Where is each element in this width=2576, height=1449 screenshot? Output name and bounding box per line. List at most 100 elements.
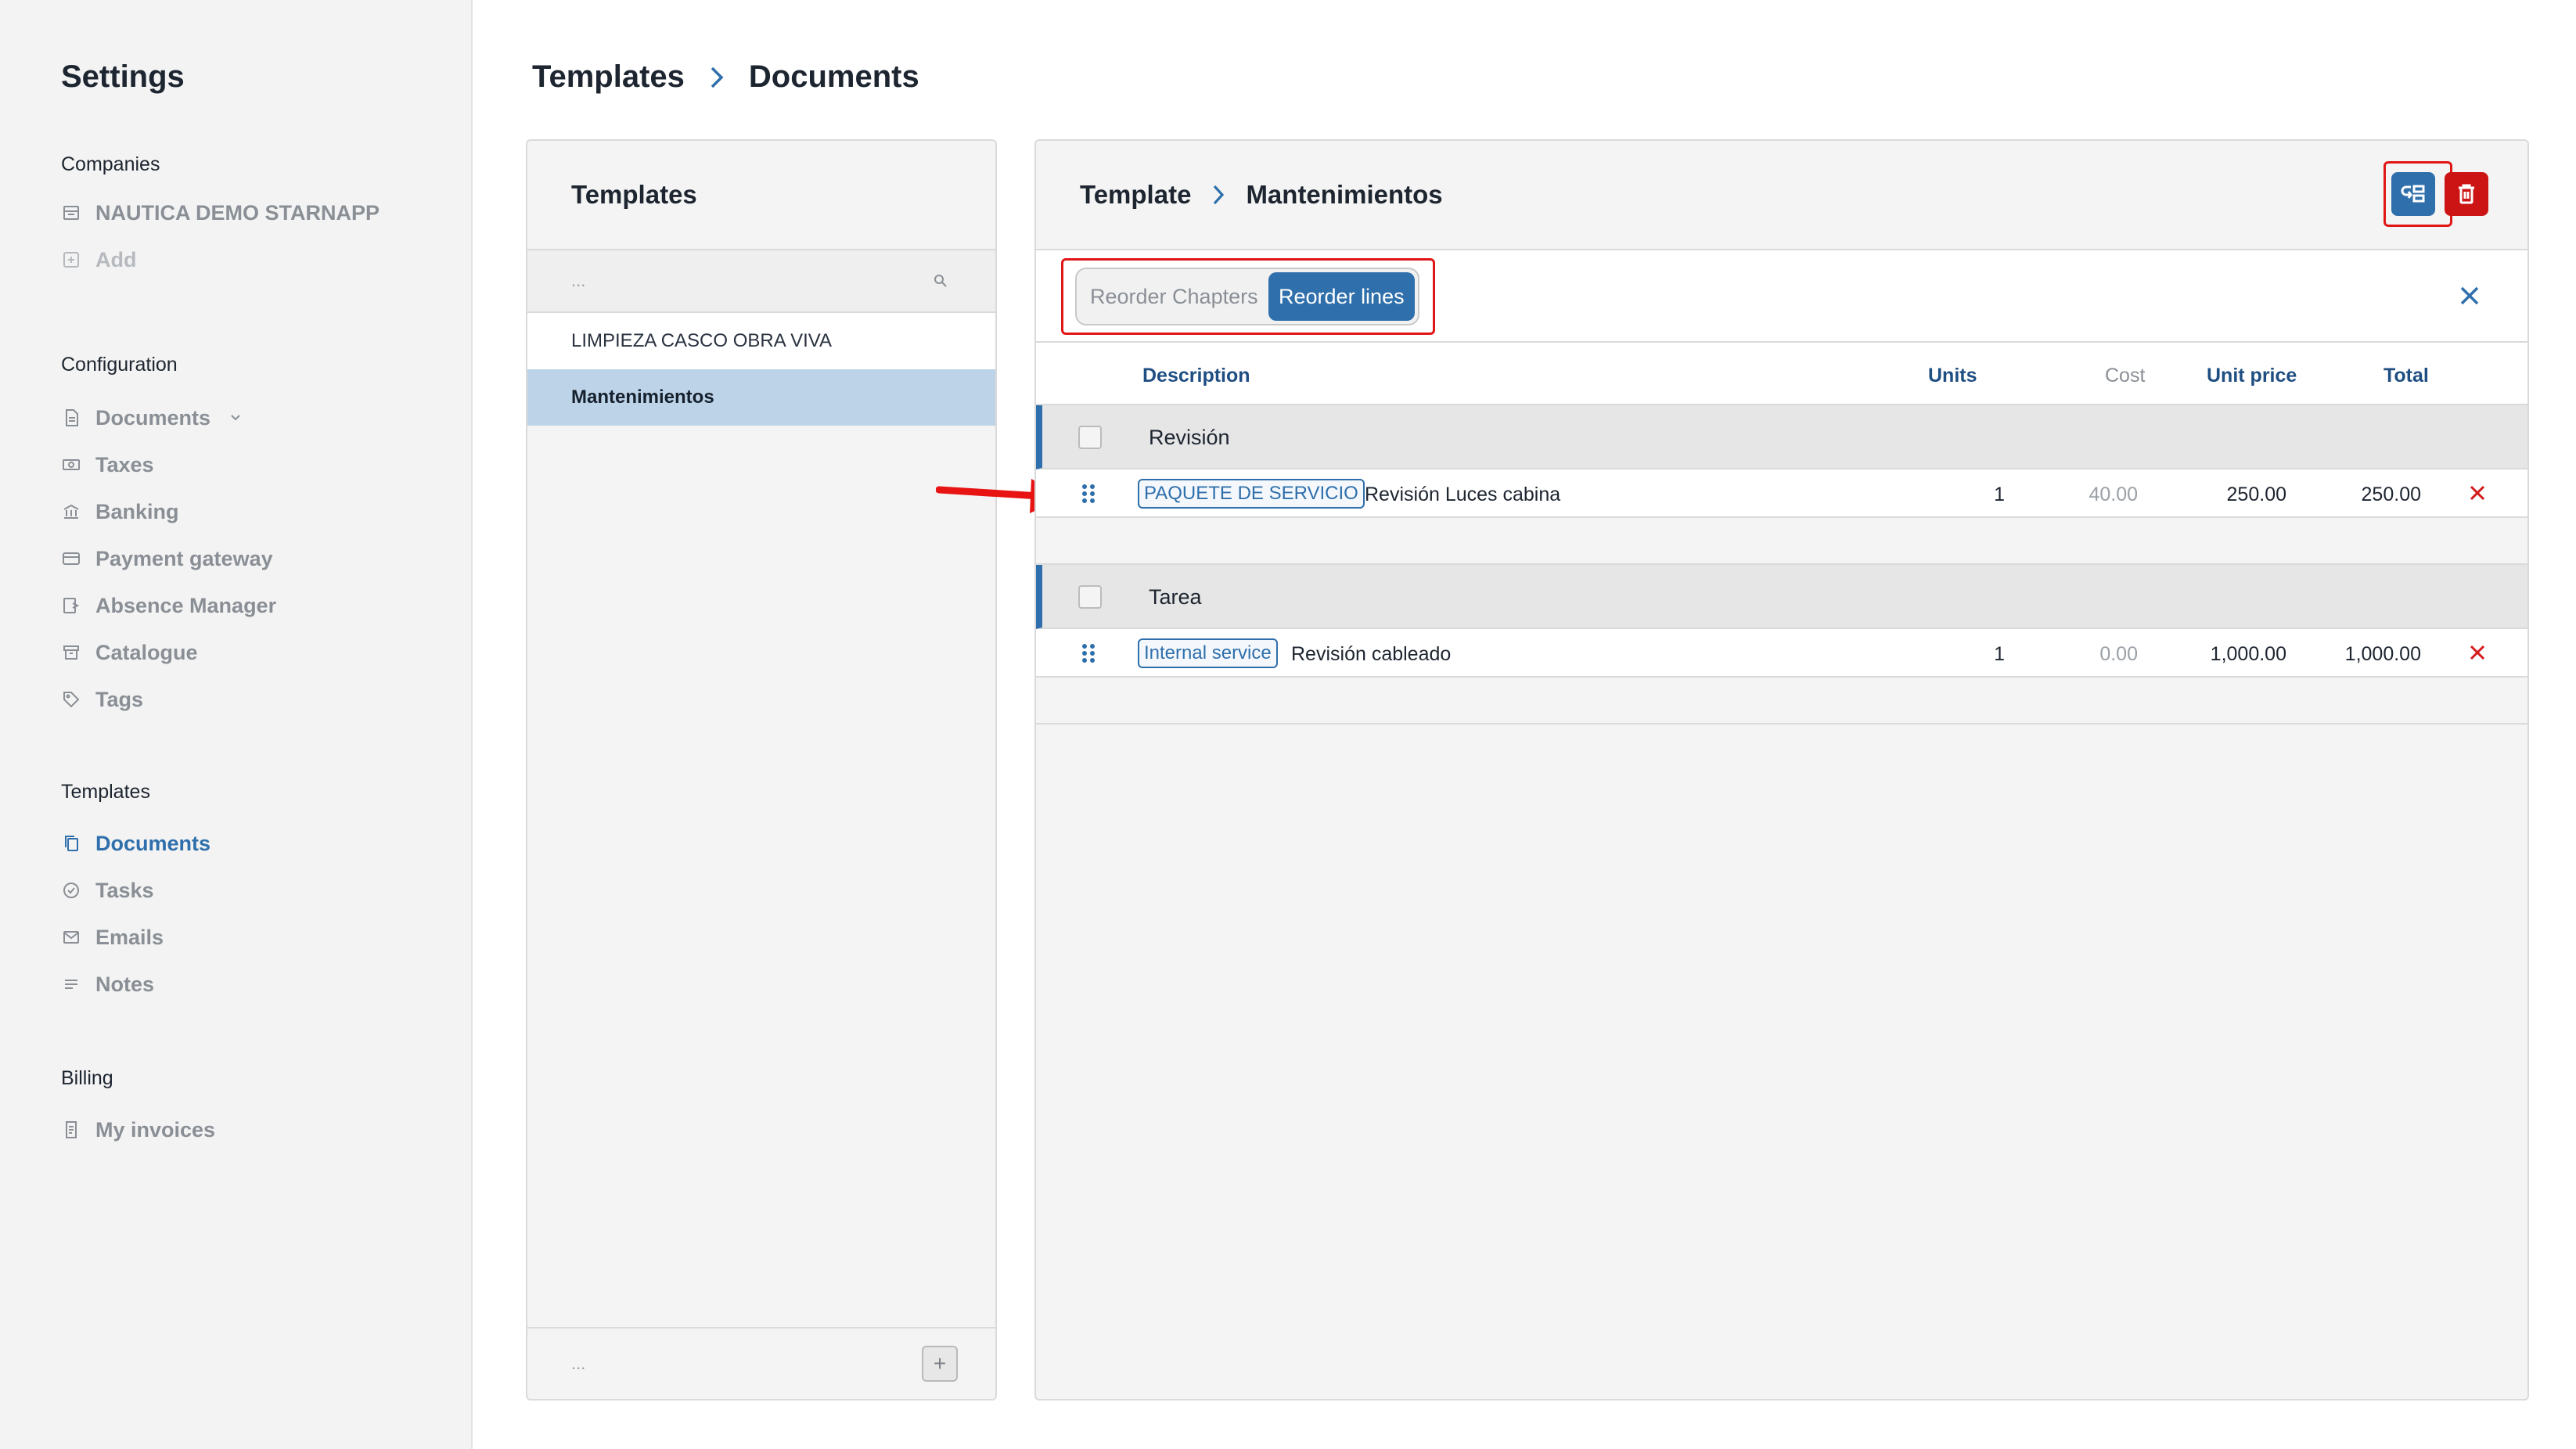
reorder-icon bbox=[2401, 185, 2425, 203]
breadcrumb-templates[interactable]: Templates bbox=[532, 59, 685, 95]
section-templates: Templates bbox=[61, 781, 150, 803]
add-template-button[interactable]: + bbox=[922, 1346, 958, 1382]
sidebar-item-label: Tags bbox=[95, 687, 144, 711]
section-configuration: Configuration bbox=[61, 354, 178, 376]
tag-icon bbox=[61, 689, 81, 710]
template-item-limpieza[interactable]: LIMPIEZA CASCO OBRA VIVA bbox=[527, 313, 995, 369]
detail-crumb-template[interactable]: Template bbox=[1080, 180, 1191, 210]
line-cost: 40.00 bbox=[2089, 484, 2138, 505]
new-template-input[interactable]: ... bbox=[571, 1354, 585, 1374]
detail-crumb-name: Mantenimientos bbox=[1246, 180, 1443, 209]
sidebar-item-documents-config[interactable]: Documents bbox=[61, 402, 243, 433]
sidebar-item-label: Documents bbox=[95, 405, 211, 430]
reorder-toggle: Reorder Chapters Reorder lines bbox=[1075, 268, 1419, 325]
template-item-mantenimientos[interactable]: Mantenimientos bbox=[527, 369, 995, 426]
sidebar-item-banking[interactable]: Banking bbox=[61, 496, 179, 527]
sidebar-item-company[interactable]: NAUTICA DEMO STARNAPP bbox=[61, 197, 380, 228]
line-total: 1,000.00 bbox=[2344, 643, 2421, 665]
sidebar-item-tags[interactable]: Tags bbox=[61, 684, 143, 715]
search-placeholder: ... bbox=[571, 271, 586, 290]
reorder-mode-button[interactable] bbox=[2391, 172, 2435, 216]
chapter-name: Tarea bbox=[1149, 585, 1202, 609]
col-units: Units bbox=[1928, 365, 1977, 387]
table-row[interactable]: Internal service Revisión cableado 1 0.0… bbox=[1036, 629, 2527, 678]
reorder-chapters-option[interactable]: Reorder Chapters bbox=[1080, 272, 1268, 321]
sidebar-item-documents-templates[interactable]: Documents bbox=[61, 828, 210, 859]
breadcrumb-documents: Documents bbox=[748, 59, 919, 94]
col-cost: Cost bbox=[2105, 365, 2146, 387]
sidebar-item-absence-manager[interactable]: Absence Manager bbox=[61, 590, 276, 621]
table-row[interactable]: PAQUETE DE SERVICIO Revisión Luces cabin… bbox=[1036, 469, 2527, 518]
sidebar-item-label: My invoices bbox=[95, 1117, 216, 1142]
drag-handle-icon[interactable] bbox=[1080, 642, 1097, 665]
chapter-checkbox[interactable] bbox=[1078, 426, 1102, 449]
line-unit-price: 250.00 bbox=[2226, 484, 2286, 505]
sidebar-item-label: Absence Manager bbox=[95, 593, 277, 617]
sidebar-item-label: Emails bbox=[95, 925, 164, 949]
remove-line-icon[interactable] bbox=[2468, 643, 2487, 662]
drag-handle-icon[interactable] bbox=[1080, 482, 1097, 505]
search-icon bbox=[934, 275, 947, 287]
sidebar-item-emails[interactable]: Emails bbox=[61, 922, 164, 953]
reorder-lines-option[interactable]: Reorder lines bbox=[1268, 272, 1415, 321]
breadcrumb: Templates Documents bbox=[532, 59, 919, 95]
copy-icon bbox=[61, 833, 81, 854]
sidebar-item-my-invoices[interactable]: My invoices bbox=[61, 1114, 215, 1145]
templates-list-panel: Templates ... LIMPIEZA CASCO OBRA VIVA M… bbox=[526, 139, 997, 1400]
sidebar-item-notes[interactable]: Notes bbox=[61, 969, 154, 1000]
sidebar-item-add[interactable]: Add bbox=[61, 244, 136, 275]
templates-search-input[interactable]: ... bbox=[527, 250, 995, 313]
sidebar-item-payment-gateway[interactable]: Payment gateway bbox=[61, 543, 273, 574]
chapter-row[interactable]: Tarea bbox=[1036, 565, 2527, 629]
chapter-row[interactable]: Revisión bbox=[1036, 405, 2527, 469]
detail-header: Template Mantenimientos bbox=[1036, 141, 2527, 250]
col-total: Total bbox=[2384, 365, 2429, 387]
sidebar-item-taxes[interactable]: Taxes bbox=[61, 449, 154, 480]
line-unit-price: 1,000.00 bbox=[2210, 643, 2286, 665]
chapter-checkbox[interactable] bbox=[1078, 585, 1102, 609]
sidebar-item-label: Notes bbox=[95, 972, 155, 996]
col-description: Description bbox=[1142, 365, 1250, 387]
lines-icon bbox=[61, 974, 81, 994]
document-icon bbox=[61, 408, 81, 428]
section-companies: Companies bbox=[61, 153, 160, 175]
chevron-down-icon[interactable] bbox=[228, 410, 243, 426]
line-units: 1 bbox=[1994, 643, 2005, 665]
template-detail-panel: Template Mantenimientos Reorder Chapters… bbox=[1034, 139, 2529, 1400]
line-description: Revisión Luces cabina bbox=[1365, 484, 1561, 505]
card-icon bbox=[61, 548, 81, 569]
sidebar-item-label: NAUTICA DEMO STARNAPP bbox=[95, 200, 380, 225]
sidebar-item-catalogue[interactable]: Catalogue bbox=[61, 637, 198, 668]
bank-icon bbox=[61, 502, 81, 522]
chevron-right-icon bbox=[711, 67, 724, 88]
delete-template-button[interactable] bbox=[2445, 172, 2488, 216]
archive-icon bbox=[61, 642, 81, 663]
chapter-name: Revisión bbox=[1149, 426, 1230, 449]
sidebar-item-label: Taxes bbox=[95, 452, 154, 476]
product-tag[interactable]: Internal service bbox=[1138, 638, 1278, 668]
chapter-spacer bbox=[1036, 518, 2527, 565]
product-tag[interactable]: PAQUETE DE SERVICIO bbox=[1138, 479, 1365, 509]
sidebar-item-label: Banking bbox=[95, 499, 179, 523]
sidebar-item-label: Catalogue bbox=[95, 640, 198, 664]
line-cost: 0.00 bbox=[2099, 643, 2138, 665]
sidebar-title: Settings bbox=[61, 59, 185, 94]
banknote-icon bbox=[61, 455, 81, 475]
line-total: 250.00 bbox=[2361, 484, 2421, 505]
sidebar-item-label: Documents bbox=[95, 831, 211, 855]
detail-breadcrumb: Template Mantenimientos bbox=[1080, 180, 1443, 210]
lines-table-header: Description Units Cost Unit price Total bbox=[1036, 343, 2527, 405]
close-icon[interactable] bbox=[2455, 282, 2484, 310]
sidebar-item-tasks[interactable]: Tasks bbox=[61, 875, 154, 906]
sidebar-item-label: Add bbox=[95, 247, 137, 271]
templates-footer: ... + bbox=[527, 1327, 995, 1399]
chapter-spacer bbox=[1036, 678, 2527, 724]
sidebar-item-label: Tasks bbox=[95, 878, 154, 902]
section-billing: Billing bbox=[61, 1067, 113, 1089]
exit-icon bbox=[61, 595, 81, 616]
plus-square-icon bbox=[61, 250, 81, 270]
line-units: 1 bbox=[1994, 484, 2005, 505]
mail-icon bbox=[61, 927, 81, 947]
remove-line-icon[interactable] bbox=[2468, 484, 2487, 502]
settings-sidebar: Settings Companies NAUTICA DEMO STARNAPP… bbox=[0, 0, 473, 1449]
